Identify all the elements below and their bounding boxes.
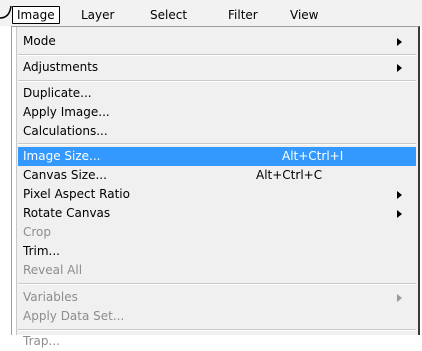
- menu-item-label: Pixel Aspect Ratio: [23, 187, 130, 201]
- menu-item-rotate-canvas[interactable]: Rotate Canvas: [18, 204, 416, 223]
- menu-item-image-size[interactable]: Image Size... Alt+Ctrl+I: [18, 147, 416, 166]
- menu-item-canvas-size[interactable]: Canvas Size... Alt+Ctrl+C: [18, 166, 416, 185]
- menu-separator: [18, 283, 416, 285]
- menu-separator: [18, 54, 416, 56]
- menu-filter[interactable]: Filter: [228, 8, 258, 22]
- menu-item-label: Rotate Canvas: [23, 206, 111, 220]
- menu-item-mode[interactable]: Mode: [18, 32, 416, 51]
- image-menu-dropdown: Mode Adjustments Duplicate... Apply Imag…: [11, 26, 420, 348]
- submenu-arrow-icon: [397, 38, 402, 46]
- menu-item-label: Calculations...: [23, 124, 108, 138]
- menu-item-trim[interactable]: Trim...: [18, 242, 416, 261]
- submenu-arrow-icon: [397, 191, 402, 199]
- menu-select[interactable]: Select: [150, 8, 187, 22]
- menu-image[interactable]: Image: [12, 6, 60, 24]
- menu-item-variables[interactable]: Variables: [18, 288, 416, 307]
- menu-item-label: Trap...: [23, 334, 60, 348]
- menu-item-calculations[interactable]: Calculations...: [18, 122, 416, 141]
- menu-item-pixel-aspect-ratio[interactable]: Pixel Aspect Ratio: [18, 185, 416, 204]
- menu-item-label: Apply Image...: [23, 105, 110, 119]
- menu-item-label: Adjustments: [23, 60, 99, 74]
- menu-item-shortcut: Alt+Ctrl+I: [282, 149, 344, 163]
- menu-item-label: Apply Data Set...: [23, 309, 125, 323]
- menu-item-duplicate[interactable]: Duplicate...: [18, 84, 416, 103]
- menu-item-label: Crop: [23, 225, 52, 239]
- menu-view[interactable]: View: [290, 8, 318, 22]
- menu-item-label: Duplicate...: [23, 86, 92, 100]
- menu-item-label: Reveal All: [23, 263, 83, 277]
- submenu-arrow-icon: [397, 294, 402, 302]
- menu-layer[interactable]: Layer: [81, 8, 114, 22]
- menu-separator: [18, 143, 416, 145]
- menu-separator: [18, 80, 416, 82]
- menu-item-label: Image Size...: [23, 149, 101, 163]
- menu-item-reveal-all[interactable]: Reveal All: [18, 261, 416, 280]
- submenu-arrow-icon: [397, 210, 402, 218]
- menu-item-apply-image[interactable]: Apply Image...: [18, 103, 416, 122]
- menu-item-adjustments[interactable]: Adjustments: [18, 58, 416, 77]
- menu-item-crop[interactable]: Crop: [18, 223, 416, 242]
- menu-bar: Image Layer Select Filter View: [0, 0, 422, 26]
- menu-item-label: Trim...: [23, 244, 60, 258]
- menu-item-label: Mode: [23, 34, 56, 48]
- menu-item-label: Canvas Size...: [23, 168, 107, 182]
- menu-separator: [18, 329, 416, 331]
- app-logo-icon: [0, 5, 12, 19]
- menu-gutter: [12, 27, 17, 335]
- menu-item-shortcut: Alt+Ctrl+C: [256, 168, 323, 182]
- menu-item-label: Variables: [23, 290, 78, 304]
- menu-item-apply-data-set[interactable]: Apply Data Set...: [18, 307, 416, 326]
- submenu-arrow-icon: [397, 64, 402, 72]
